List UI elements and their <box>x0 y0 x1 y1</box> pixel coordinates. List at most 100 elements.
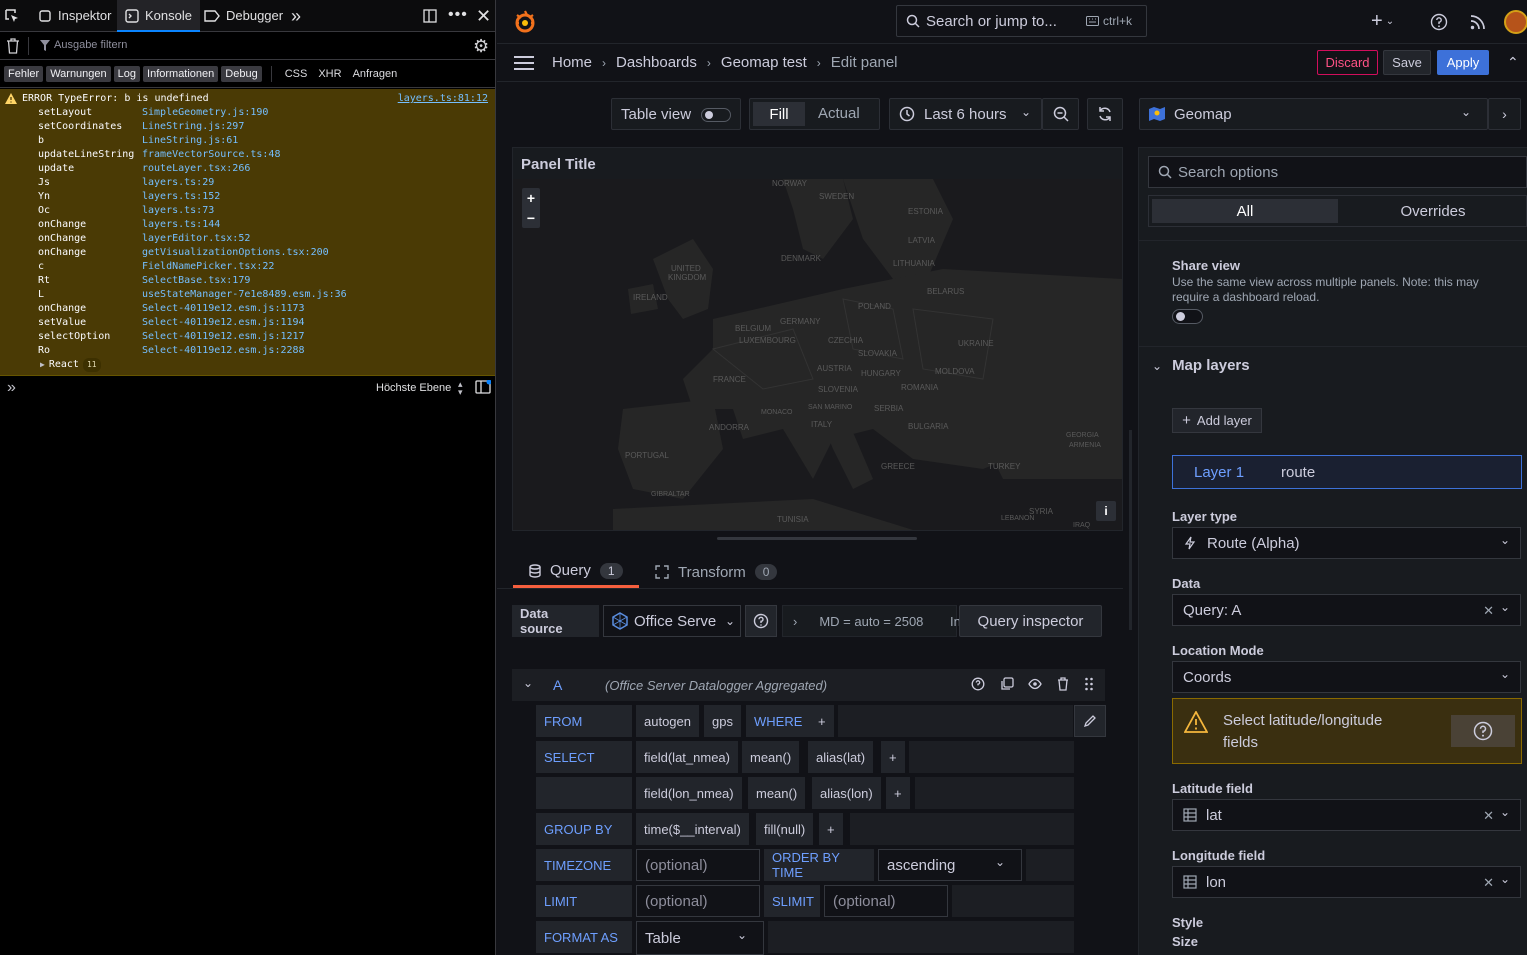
stack-frame-source-link[interactable]: layers.ts:29 <box>142 176 214 190</box>
console-input-row[interactable]: » Höchste Ebene ▴ ▾ <box>0 378 495 400</box>
query-ref-id[interactable]: A <box>553 677 562 693</box>
latitude-field-select[interactable]: lat ✕ ⌄ <box>1172 799 1521 831</box>
layer-type-select[interactable]: Route (Alpha) ⌄ <box>1172 527 1521 559</box>
orderby-select[interactable]: ascending ⌄ <box>878 849 1022 881</box>
discard-button[interactable]: Discard <box>1317 50 1378 75</box>
stack-frame-source-link[interactable]: getVisualizationOptions.tsx:200 <box>142 246 329 260</box>
panel-resize-handle[interactable] <box>717 537 917 540</box>
add-select-button[interactable]: + <box>881 741 905 773</box>
trash-icon[interactable] <box>1057 677 1069 691</box>
tab-inspector[interactable]: Inspektor <box>30 0 119 32</box>
edit-raw-button[interactable] <box>1074 705 1106 737</box>
query-inspector-button[interactable]: Query inspector <box>959 605 1102 637</box>
format-select[interactable]: Table ⌄ <box>636 921 764 955</box>
menu-icon[interactable] <box>514 56 534 70</box>
vertical-splitter[interactable] <box>1129 430 1132 630</box>
breadcrumb-home[interactable]: Home <box>552 54 592 71</box>
filter-input[interactable]: Ausgabe filtern <box>54 39 127 51</box>
level-warnings[interactable]: Warnungen <box>46 65 111 82</box>
query-options-bar[interactable]: › MD = auto = 2508 <box>782 605 957 637</box>
level-errors[interactable]: Fehler <box>4 65 44 82</box>
apply-button[interactable]: Apply <box>1437 50 1489 75</box>
from-policy[interactable]: autogen <box>636 705 699 737</box>
datasource-help-button[interactable] <box>745 605 777 637</box>
more-tabs-icon[interactable]: » <box>291 6 301 27</box>
stack-frame-source-link[interactable]: FieldNamePicker.tsx:22 <box>142 260 274 274</box>
share-view-switch[interactable] <box>1172 309 1203 324</box>
stack-frame-source-link[interactable]: layers.ts:152 <box>142 190 220 204</box>
zoom-out-button[interactable] <box>1042 98 1079 130</box>
table-view-switch[interactable] <box>701 108 731 122</box>
context-selector[interactable]: Höchste Ebene <box>376 382 451 394</box>
level-debug[interactable]: Debug <box>221 65 262 82</box>
stack-frame-source-link[interactable]: LineString.js:61 <box>142 134 238 148</box>
stack-frame-source-link[interactable]: LineString.js:297 <box>142 120 244 134</box>
refresh-button[interactable] <box>1087 98 1123 130</box>
filter-requests[interactable]: Anfragen <box>349 66 402 82</box>
stack-frame-source-link[interactable]: layers.ts:73 <box>142 204 214 218</box>
map-layers-section-header[interactable]: ⌄ Map layers <box>1152 357 1250 374</box>
map[interactable]: NORWAY SWEDEN ESTONIA LATVIA LITHUANIA D… <box>513 179 1122 530</box>
timezone-input[interactable]: (optional) <box>636 849 760 881</box>
slimit-input[interactable]: (optional) <box>824 885 948 917</box>
filter-css[interactable]: CSS <box>281 66 312 82</box>
tab-transform[interactable]: Transform 0 <box>655 556 778 588</box>
fill-option[interactable]: Fill <box>753 102 805 126</box>
stack-frame-source-link[interactable]: Select-40119e12.esm.js:2288 <box>142 344 305 358</box>
stack-frame-source-link[interactable]: SimpleGeometry.js:190 <box>142 106 268 120</box>
clear-icon[interactable]: ✕ <box>1483 875 1494 891</box>
grafana-logo-icon[interactable] <box>513 9 537 35</box>
groupby-fill[interactable]: fill(null) <box>756 813 814 845</box>
from-measurement[interactable]: gps <box>704 705 741 737</box>
longitude-field-select[interactable]: lon ✕ ⌄ <box>1172 866 1521 898</box>
breadcrumb-dashboard[interactable]: Geomap test <box>721 54 807 71</box>
data-select[interactable]: Query: A ✕ ⌄ <box>1172 594 1521 626</box>
zoom-out-button[interactable]: − <box>522 208 540 228</box>
tab-debugger[interactable]: Debugger <box>196 0 291 32</box>
clear-icon[interactable]: ✕ <box>1483 603 1494 619</box>
stack-frame-source-link[interactable]: SelectBase.tsx:179 <box>142 274 250 288</box>
time-range-picker[interactable]: Last 6 hours ⌄ <box>889 98 1042 130</box>
search-bar[interactable]: Search or jump to... ctrl+k <box>896 5 1147 37</box>
add-layer-button[interactable]: + Add layer <box>1172 408 1262 433</box>
settings-gear-icon[interactable]: ⚙ <box>473 36 489 57</box>
avatar[interactable] <box>1504 10 1527 34</box>
stack-frame-source-link[interactable]: Select-40119e12.esm.js:1194 <box>142 316 305 330</box>
zoom-in-button[interactable]: + <box>522 188 540 208</box>
datasource-picker[interactable]: Office Serve ⌄ <box>603 605 741 637</box>
select-alias[interactable]: alias(lon) <box>812 777 881 809</box>
all-option[interactable]: All <box>1152 199 1338 223</box>
add-groupby-button[interactable]: + <box>819 813 843 845</box>
tab-console[interactable]: Konsole <box>117 0 200 32</box>
drag-handle-icon[interactable] <box>1084 677 1094 691</box>
help-icon[interactable] <box>1430 13 1448 31</box>
level-info[interactable]: Informationen <box>143 65 219 82</box>
actual-option[interactable]: Actual <box>818 105 860 122</box>
close-icon[interactable]: ✕ <box>476 6 491 27</box>
stack-frame-source-link[interactable]: layers.ts:144 <box>142 218 220 232</box>
limit-input[interactable]: (optional) <box>636 885 760 917</box>
collapse-chevron-icon[interactable]: ⌄ <box>523 676 533 690</box>
select-agg[interactable]: mean() <box>748 777 806 809</box>
dock-icon[interactable] <box>422 8 438 24</box>
warning-help-button[interactable] <box>1451 715 1515 747</box>
add-new-icon[interactable]: + ⌄ <box>1371 10 1394 33</box>
news-feed-icon[interactable] <box>1470 14 1486 30</box>
collapse-chevron-up-icon[interactable]: ⌃ <box>1507 54 1519 71</box>
tab-query[interactable]: Query 1 <box>513 556 639 588</box>
select-alias[interactable]: alias(lat) <box>808 741 874 773</box>
options-collapse-button[interactable]: › <box>1488 98 1521 130</box>
select-field[interactable]: field(lat_nmea) <box>636 741 738 773</box>
overrides-option[interactable]: Overrides <box>1340 199 1526 223</box>
breadcrumb-dashboards[interactable]: Dashboards <box>616 54 697 71</box>
trash-icon[interactable] <box>6 38 20 54</box>
stack-frame-source-link[interactable]: frameVectorSource.ts:48 <box>142 148 280 162</box>
react-expander[interactable]: ▶ React 11 <box>40 358 101 372</box>
stack-frame-source-link[interactable]: Select-40119e12.esm.js:1173 <box>142 302 305 316</box>
attribution-info-button[interactable]: i <box>1096 501 1116 521</box>
groupby-time[interactable]: time($__interval) <box>636 813 749 845</box>
options-search[interactable]: Search options <box>1148 156 1527 188</box>
layer-list-item[interactable]: Layer 1 route <box>1172 455 1522 489</box>
more-options-icon[interactable]: ••• <box>448 6 468 24</box>
stack-frame-source-link[interactable]: routeLayer.tsx:266 <box>142 162 250 176</box>
